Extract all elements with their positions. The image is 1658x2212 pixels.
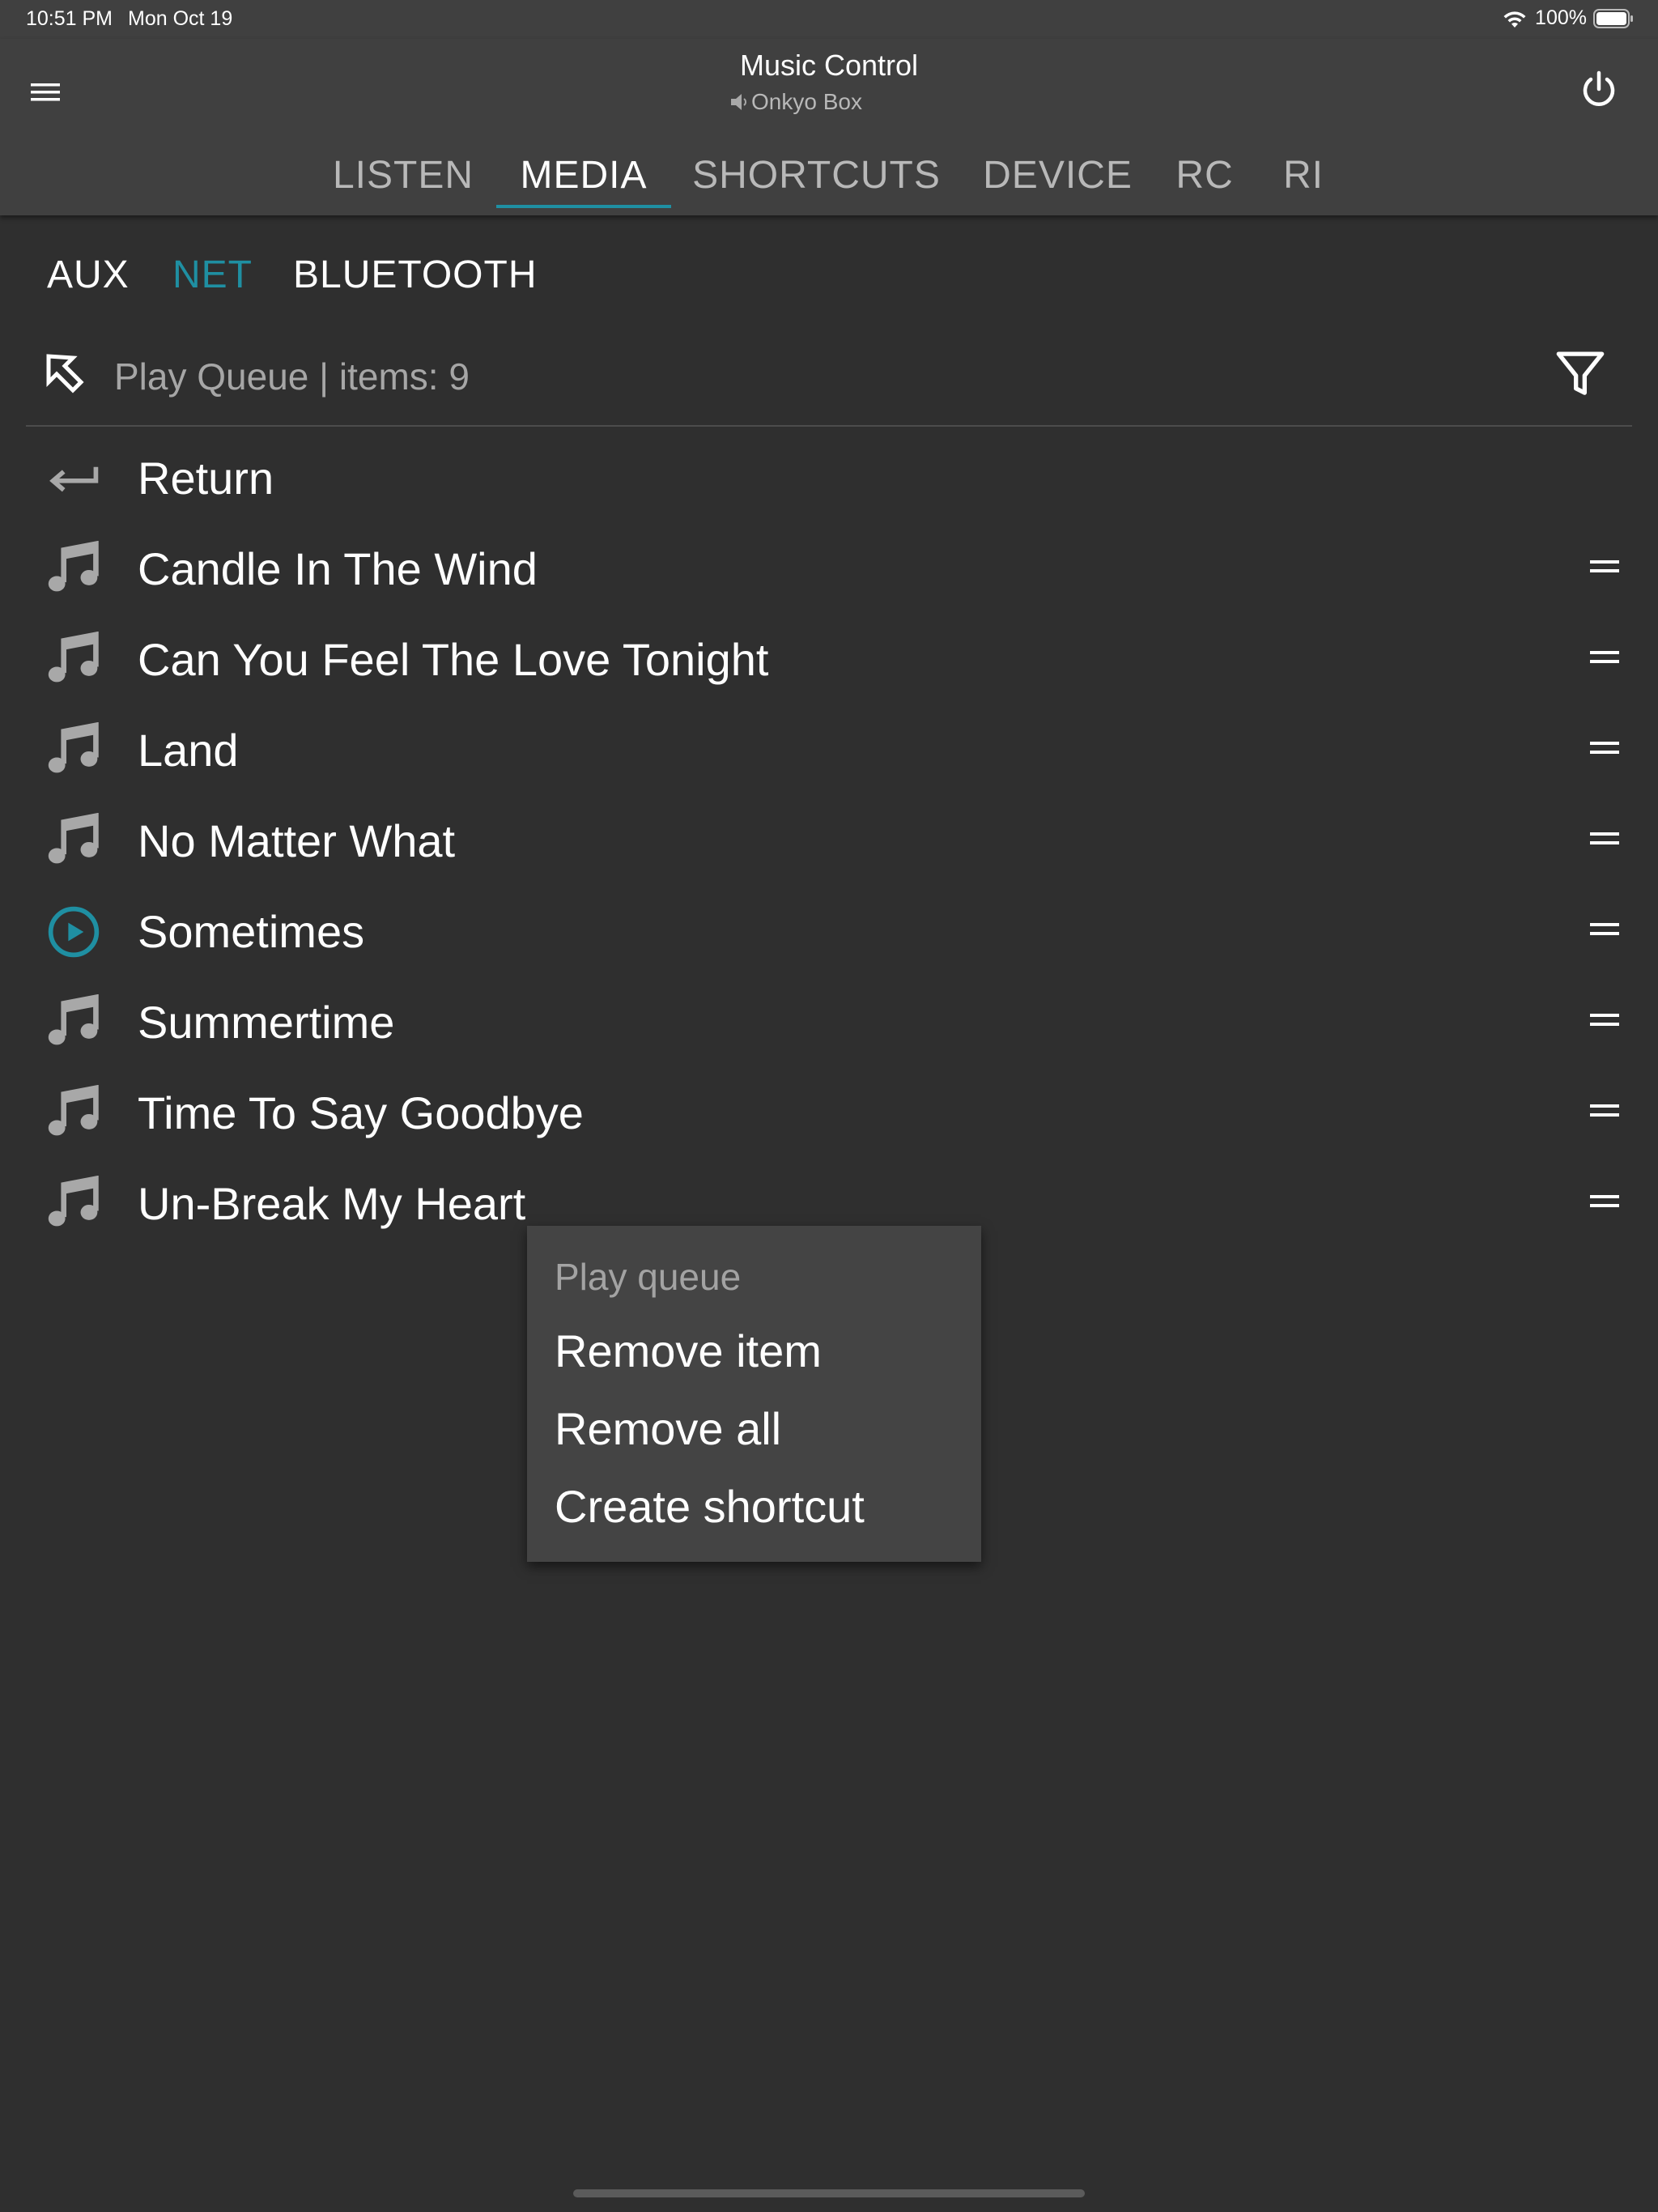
tab-media[interactable]: MEDIA [496,134,671,215]
battery-icon [1593,8,1633,28]
drag-handle-icon[interactable] [1582,1185,1627,1218]
hamburger-menu-icon [31,83,60,101]
menu-item-remove-item[interactable]: Remove item [527,1305,981,1383]
filter-icon [1556,351,1605,395]
filter-button[interactable] [1551,345,1609,403]
status-indicators: 100% [1501,6,1634,30]
tab-device[interactable]: DEVICE [963,134,1152,215]
list-item-track[interactable]: Can You Feel The Love Tonight [0,610,1658,701]
list-item-label: No Matter What [138,815,456,866]
source-tab-bluetooth[interactable]: BLUETOOTH [293,253,538,297]
music-note-icon [44,539,104,599]
status-date: Mon Oct 19 [128,7,233,30]
status-time: 10:51 PM [26,7,113,30]
wifi-icon [1503,11,1526,28]
list-item-label: Time To Say Goodbye [138,1087,584,1138]
return-arrow-icon [44,449,104,508]
music-note-icon [44,1083,104,1143]
home-indicator[interactable] [573,2189,1085,2197]
menu-item-remove-all[interactable]: Remove all [527,1383,981,1461]
context-menu-header: Play queue [555,1256,742,1298]
power-icon [1583,70,1615,106]
app-title: Music Control [739,49,919,82]
tab-listen[interactable]: LISTEN [319,134,487,215]
play-circle-icon [44,902,104,962]
music-note-icon [44,721,104,781]
menu-item-create-shortcut[interactable]: Create shortcut [527,1461,981,1538]
list-item-label: Return [138,453,274,504]
list-item-track[interactable]: Candle In The Wind [0,520,1658,610]
list-item-label: Un-Break My Heart [138,1178,526,1229]
device-name: Onkyo Box [729,89,862,115]
music-note-icon [44,993,104,1053]
battery-percentage: 100% [1535,6,1587,29]
menu-item-label: Remove all [555,1403,782,1454]
queue-title: Play Queue | items: 9 [114,355,470,398]
status-bar: 10:51 PM Mon Oct 19 100% [0,0,1658,39]
music-note-icon [44,1174,104,1234]
list-item-label: Land [138,725,239,776]
speaker-icon [731,94,746,110]
music-note-icon [44,811,104,871]
power-button[interactable] [1571,62,1627,118]
arrow-top-left-icon[interactable] [44,351,89,397]
list-item-label: Can You Feel The Love Tonight [138,634,769,685]
list-item-track-playing[interactable]: Sometimes [0,883,1658,973]
tab-shortcuts[interactable]: SHORTCUTS [682,134,951,215]
main-tabs: LISTEN MEDIA SHORTCUTS DEVICE RC RI [0,134,1658,215]
drag-handle-icon[interactable] [1582,551,1627,583]
list-item-label: Candle In The Wind [138,543,538,594]
music-note-icon [44,630,104,690]
context-menu: Play queue Remove item Remove all Create… [527,1226,981,1562]
drag-handle-icon[interactable] [1582,1095,1627,1127]
list-item-track[interactable]: Time To Say Goodbye [0,1064,1658,1155]
queue-header: Play Queue | items: 9 [26,340,1632,413]
tab-ri[interactable]: RI [1273,134,1334,215]
queue-divider [26,425,1632,427]
source-tab-net[interactable]: NET [172,253,253,297]
list-item-track[interactable]: No Matter What [0,792,1658,883]
menu-item-label: Create shortcut [555,1481,865,1532]
drag-handle-icon[interactable] [1582,1004,1627,1036]
list-item-label: Sometimes [138,906,365,957]
app-bar: Music Control Onkyo Box LISTEN MEDIA SHO… [0,39,1658,215]
drag-handle-icon[interactable] [1582,641,1627,674]
active-tab-indicator [496,205,671,208]
drag-handle-icon[interactable] [1582,823,1627,855]
list-item-track[interactable]: Summertime [0,973,1658,1064]
drag-handle-icon[interactable] [1582,913,1627,946]
menu-item-label: Remove item [555,1325,822,1376]
source-tab-aux[interactable]: AUX [47,253,130,297]
list-item-label: Summertime [138,997,395,1048]
tab-rc[interactable]: RC [1166,134,1244,215]
drag-handle-icon[interactable] [1582,732,1627,764]
list-item-track[interactable]: Land [0,701,1658,792]
device-name-label: Onkyo Box [751,89,862,114]
list-item-return[interactable]: Return [0,429,1658,520]
